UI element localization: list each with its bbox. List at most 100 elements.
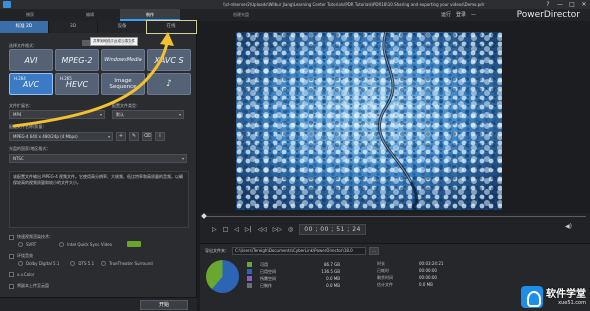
legend-value: 0.0 MB bbox=[326, 283, 340, 288]
title-bar: \\cl-rdserver2\Uploads\Wilbur Jiang\Lear… bbox=[0, 0, 590, 9]
svrt-radio[interactable] bbox=[18, 241, 23, 247]
profile-analyzer[interactable]: 配置文件分析器 bbox=[82, 40, 133, 46]
snowy-forest-aerial-image bbox=[236, 32, 502, 210]
format-grid: AVI MPEG-2 WindowsMedia XAVC S H.264 AVC … bbox=[9, 49, 191, 95]
watermark-url: xue51.com bbox=[558, 299, 586, 306]
stop-icon[interactable]: □ bbox=[223, 226, 229, 233]
standard-select[interactable]: NTSC bbox=[9, 154, 187, 163]
timeline-scrubber[interactable] bbox=[204, 216, 586, 217]
volume-icon[interactable]: ◀) bbox=[565, 223, 572, 230]
output-folder-label: 导出文件夹： bbox=[205, 248, 229, 253]
preview-area bbox=[200, 21, 590, 213]
play-icon[interactable]: ▷ bbox=[212, 226, 217, 233]
standard-label: 光盘的国家/地区格式： bbox=[9, 146, 51, 151]
time-stat-name: 剩余时间 bbox=[377, 275, 393, 280]
time-stat-name: 时长 bbox=[377, 261, 385, 266]
legend-swatch bbox=[247, 276, 252, 281]
rewind-icon[interactable]: ◁◁ bbox=[258, 226, 267, 233]
produce-tabs: 标准 2D 3D 设备 在线 bbox=[0, 20, 197, 34]
playhead-handle[interactable] bbox=[201, 213, 207, 219]
tab-create-disc[interactable]: 创建光盘 bbox=[233, 9, 249, 21]
surround-label: 环绕音效 bbox=[17, 253, 33, 258]
disk-legend-item: 已制作 0.0 MB bbox=[247, 282, 340, 289]
time-stat-value: 00:00:00 bbox=[419, 275, 437, 280]
xvcolor-label: x.v.Color bbox=[17, 272, 35, 277]
dts-label: DTS 5.1 bbox=[78, 261, 95, 266]
hint-item[interactable]: 登录 bbox=[456, 9, 466, 21]
hw-accel-checkbox[interactable] bbox=[9, 234, 14, 240]
start-bar: 开始 bbox=[0, 297, 197, 311]
qsv-radio[interactable] bbox=[59, 241, 65, 247]
time-stat-value: 00:03:24:21 bbox=[419, 261, 444, 266]
format-mpeg2-button[interactable]: MPEG-2 bbox=[55, 49, 99, 71]
dolby-radio[interactable] bbox=[18, 261, 23, 266]
upload-row[interactable]: 将副本上传至云盘 bbox=[9, 283, 49, 289]
video-frame bbox=[236, 32, 502, 210]
tab-3d[interactable]: 3D bbox=[49, 21, 98, 33]
tab-edit[interactable]: 编辑 bbox=[60, 9, 120, 21]
profile-type-select[interactable]: 默认 bbox=[112, 110, 184, 119]
add-profile-button[interactable]: + bbox=[116, 132, 126, 141]
music-note-icon: ♪ bbox=[166, 79, 172, 89]
site-watermark: 软件学堂 xue51.com bbox=[521, 286, 586, 308]
hw-accel-row[interactable]: 快速视频渲染技术： bbox=[9, 234, 53, 240]
forward-icon[interactable]: ▷▷ bbox=[273, 226, 282, 233]
minimize-button[interactable]: — bbox=[554, 0, 566, 9]
time-stat-name: 估计文件 bbox=[377, 282, 393, 287]
hint-item[interactable]: — bbox=[471, 9, 476, 21]
hw-accel-label: 快速视频渲染技术： bbox=[17, 234, 53, 239]
mode-bar: 捕获 编辑 制作 创建光盘 运行 登录 — PowerDirector bbox=[0, 9, 590, 21]
profile-analyzer-label: 配置文件分析器 bbox=[105, 40, 133, 45]
surround-options-row: Dolby Digital 5.1 DTS 5.1 TrueTheater Su… bbox=[18, 261, 153, 266]
tab-produce[interactable]: 制作 bbox=[120, 9, 180, 21]
next-frame-icon[interactable]: ▷| bbox=[245, 226, 252, 233]
profile-info-button[interactable]: i bbox=[155, 132, 165, 141]
time-stat-value: 0.0 MB bbox=[419, 282, 433, 287]
help-button[interactable]: ? bbox=[542, 0, 554, 9]
xvcolor-checkbox[interactable] bbox=[9, 272, 14, 277]
profile-type-label: 配置文件类型： bbox=[112, 103, 140, 108]
qsv-label: Intel Quick Sync Video bbox=[67, 241, 113, 247]
edit-profile-button[interactable]: ✎ bbox=[129, 132, 139, 141]
quality-select[interactable]: MPEG-4 640 x 480/24p (4 Mbps) bbox=[9, 132, 113, 141]
legend-name: 已制作 bbox=[260, 282, 272, 288]
timecode-display: 00 ; 00 ; 51 ; 24 bbox=[299, 224, 366, 235]
surround-row[interactable]: 环绕音效 bbox=[9, 253, 33, 259]
tab-standard-2d[interactable]: 标准 2D bbox=[0, 21, 49, 33]
format-avi-button[interactable]: AVI bbox=[9, 49, 53, 71]
format-image-sequence-button[interactable]: Image Sequence bbox=[101, 73, 145, 95]
svrt-label: SVRT bbox=[26, 241, 37, 247]
disk-usage-pie bbox=[206, 260, 239, 293]
truetheater-radio[interactable] bbox=[101, 261, 107, 266]
legend-name: 已用空间 bbox=[260, 268, 276, 274]
format-hevc-button[interactable]: H.265 HEVC bbox=[55, 73, 99, 95]
format-label: XAVC S bbox=[154, 55, 184, 65]
watermark-text: 软件学堂 bbox=[546, 288, 586, 300]
container-label: 文件扩展名： bbox=[9, 103, 33, 108]
format-avc-button[interactable]: H.264 AVC bbox=[9, 73, 53, 95]
tab-device[interactable]: 设备 bbox=[98, 21, 147, 33]
delete-profile-button[interactable]: ⌫ bbox=[142, 132, 152, 141]
upload-checkbox[interactable] bbox=[9, 283, 14, 289]
format-wmv-button[interactable]: WindowsMedia bbox=[101, 49, 145, 71]
camera-icon[interactable]: ◎ bbox=[288, 226, 293, 233]
hint-item[interactable]: 运行 bbox=[441, 9, 451, 21]
output-folder-field[interactable]: C:\Users\Tereigh\Documents\CyberLink\Pow… bbox=[232, 247, 366, 255]
mode-bar-hints: 运行 登录 — bbox=[441, 9, 476, 21]
xvcolor-row[interactable]: x.v.Color bbox=[9, 272, 34, 277]
prev-frame-icon[interactable]: ◁ bbox=[234, 226, 239, 233]
close-button[interactable]: ✕ bbox=[578, 0, 590, 9]
tab-capture[interactable]: 捕获 bbox=[0, 9, 60, 21]
watermark-logo-icon bbox=[521, 286, 543, 308]
maximize-button[interactable]: □ bbox=[566, 0, 578, 9]
surround-checkbox[interactable] bbox=[9, 253, 14, 259]
dts-radio[interactable] bbox=[70, 261, 76, 266]
format-audio-button[interactable]: ♪ bbox=[147, 73, 191, 95]
start-button[interactable]: 开始 bbox=[140, 300, 188, 310]
format-xavcs-button[interactable]: XAVC S bbox=[147, 49, 191, 71]
standard-row: NTSC bbox=[9, 154, 187, 163]
tab-online[interactable]: 在线 bbox=[146, 20, 197, 34]
browse-button[interactable]: ... bbox=[369, 247, 379, 255]
container-select[interactable]: MP4 bbox=[9, 110, 105, 119]
time-stat-row: 剩余时间 00:00:00 bbox=[377, 275, 443, 282]
